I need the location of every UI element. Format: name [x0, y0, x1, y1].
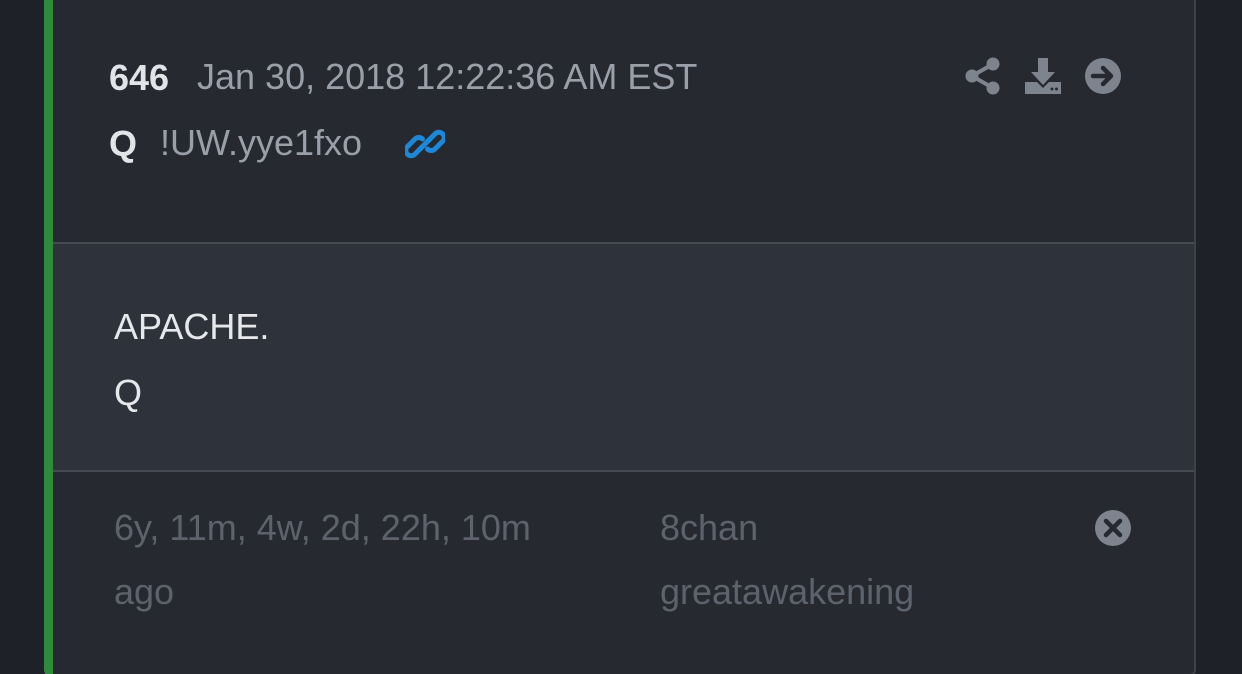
post-card: 646 Jan 30, 2018 12:22:36 AM EST Q !UW.y… — [44, 0, 1196, 674]
arrow-right-circle-icon[interactable] — [1083, 56, 1123, 96]
page: 646 Jan 30, 2018 12:22:36 AM EST Q !UW.y… — [0, 0, 1242, 674]
post-source: 8chan greatawakening — [660, 496, 914, 624]
post-body: APACHE. Q — [53, 244, 1194, 470]
post-date: Jan 30, 2018 12:22:36 AM EST — [197, 56, 698, 97]
post-source-board: 8chan — [660, 507, 759, 548]
post-body-line: APACHE. — [114, 306, 270, 347]
post-header: 646 Jan 30, 2018 12:22:36 AM EST Q !UW.y… — [53, 2, 1194, 228]
post-age-line: ago — [114, 571, 175, 612]
post-age: 6y, 11m, 4w, 2d, 22h, 10m ago — [114, 496, 531, 624]
post-number[interactable]: 646 — [109, 57, 169, 99]
download-icon[interactable] — [1023, 56, 1063, 96]
post-age-line: 6y, 11m, 4w, 2d, 22h, 10m — [114, 507, 531, 548]
post-footer: 6y, 11m, 4w, 2d, 22h, 10m ago 8chan grea… — [53, 472, 1194, 674]
post-source-channel: greatawakening — [660, 571, 915, 612]
link-icon[interactable] — [405, 124, 445, 164]
close-circle-icon[interactable] — [1093, 508, 1133, 548]
post-actions — [963, 56, 1133, 98]
share-icon[interactable] — [963, 56, 1003, 96]
post-body-line: Q — [114, 372, 143, 413]
author-tripcode: !UW.yye1fxo — [160, 122, 363, 163]
author-name: Q — [109, 123, 138, 164]
